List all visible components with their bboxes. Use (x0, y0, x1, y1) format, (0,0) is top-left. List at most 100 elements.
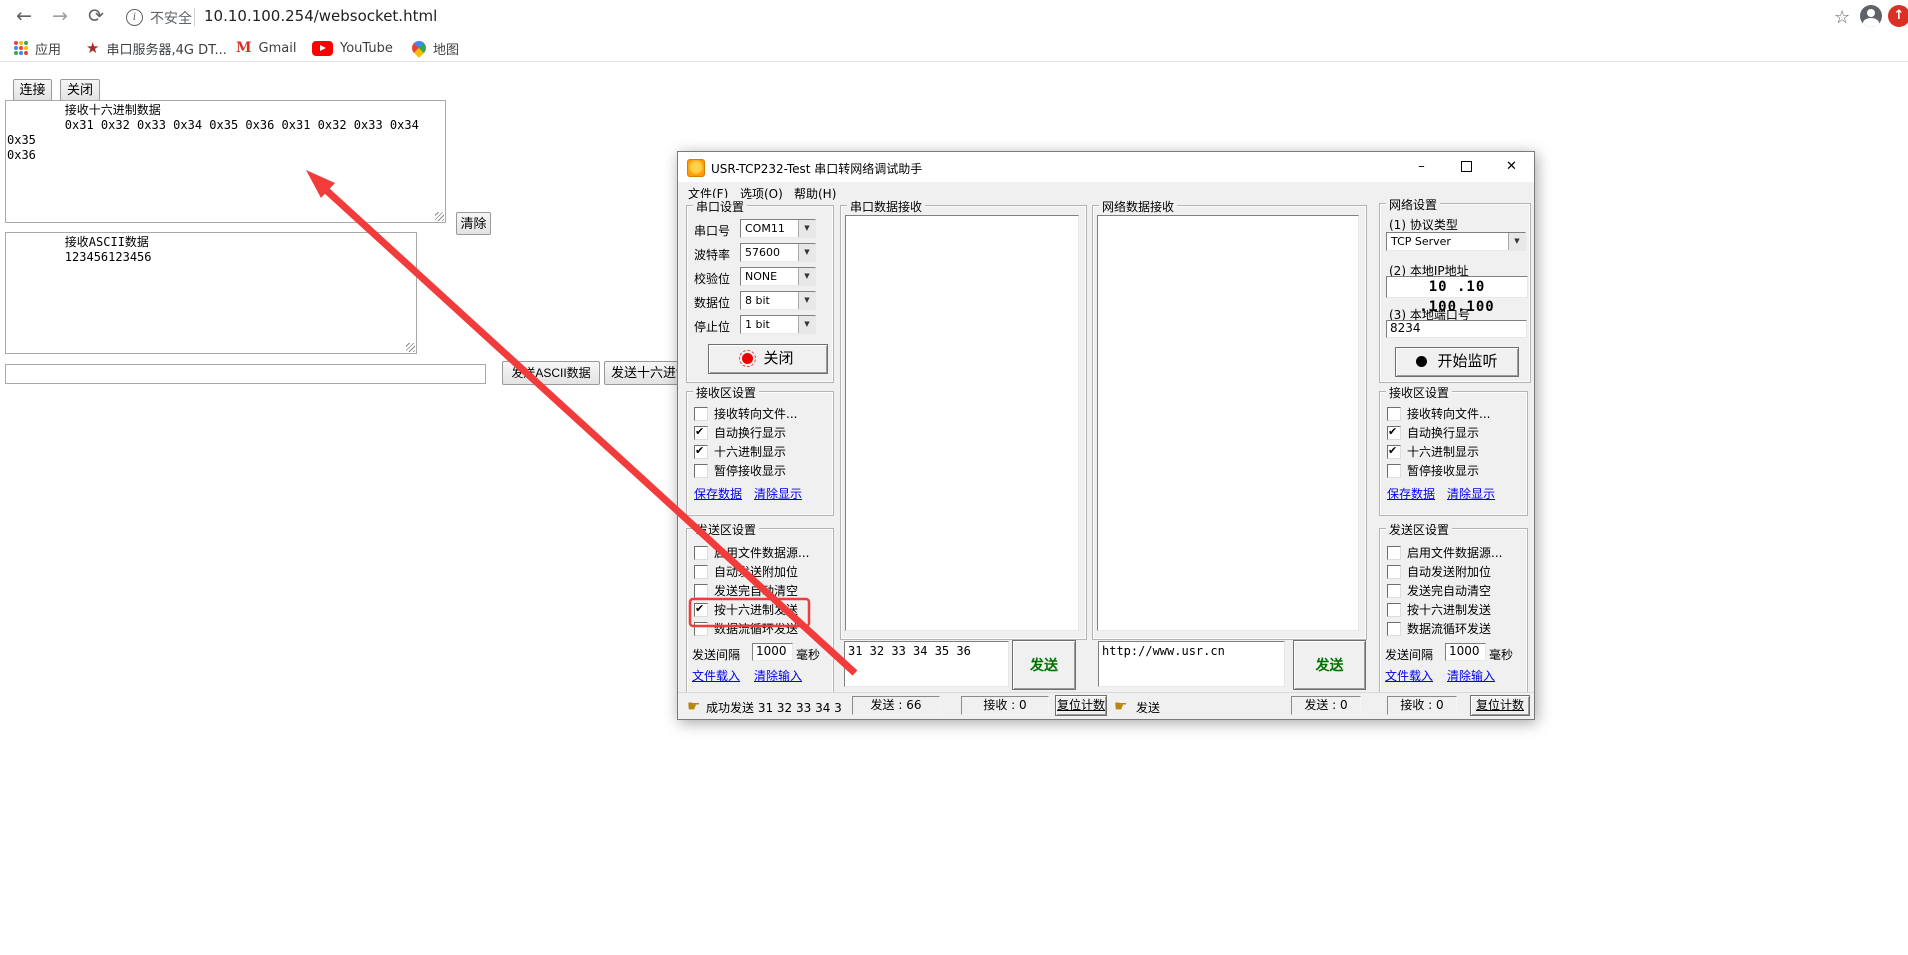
checkbox-row[interactable]: 自动换行显示 (694, 424, 786, 441)
bookmark-star-icon[interactable]: ☆ (1834, 7, 1850, 28)
save-data-link[interactable]: 保存数据 (694, 485, 742, 502)
connect-button[interactable]: 连接 (13, 79, 52, 101)
load-file-link[interactable]: 文件载入 (1385, 667, 1433, 684)
send-data-input[interactable] (5, 364, 486, 384)
checkbox-row[interactable]: 暂停接收显示 (1387, 462, 1479, 479)
chevron-down-icon[interactable]: ▼ (798, 220, 815, 237)
protocol-type-select[interactable]: TCP Server▼ (1386, 232, 1526, 251)
load-file-link[interactable]: 文件载入 (692, 667, 740, 684)
menu-help[interactable]: 帮助(H) (794, 185, 836, 202)
bookmark-serial-server[interactable]: ★ 串口服务器,4G DT... (86, 38, 227, 58)
forward-icon[interactable]: → (52, 6, 68, 26)
checkbox[interactable] (1387, 407, 1401, 421)
clear-input-link[interactable]: 清除输入 (754, 667, 802, 684)
checkbox[interactable] (1387, 565, 1401, 579)
network-receive-display[interactable] (1097, 215, 1359, 631)
checkbox[interactable] (1387, 584, 1401, 598)
checkbox-row[interactable]: 发送完自动清空 (694, 582, 798, 599)
bookmark-label: YouTube (340, 41, 393, 56)
close-window-icon[interactable]: ✕ (1489, 152, 1534, 182)
checkbox[interactable] (694, 426, 708, 440)
checkbox-row[interactable]: 自动换行显示 (1387, 424, 1479, 441)
serial-close-button[interactable]: 关闭 (708, 344, 828, 374)
checkbox[interactable] (1387, 546, 1401, 560)
serial-send-input[interactable]: 31 32 33 34 35 36 (844, 641, 1009, 687)
maximize-icon[interactable] (1444, 152, 1489, 182)
page-info-icon[interactable]: i (126, 9, 143, 26)
checkbox-row[interactable]: 自动发送附加位 (1387, 563, 1491, 580)
chevron-down-icon[interactable]: ▼ (1508, 233, 1525, 250)
close-button[interactable]: 关闭 (60, 79, 100, 101)
hex-receive-textarea[interactable]: 接收十六进制数据 0x31 0x32 0x33 0x34 0x35 0x36 0… (5, 100, 446, 223)
com-port-select[interactable]: COM11▼ (740, 219, 816, 238)
local-ip-input[interactable]: 10 .10 .100.100 (1386, 276, 1528, 298)
checkbox[interactable] (694, 445, 708, 459)
clear-display-link[interactable]: 清除显示 (754, 485, 802, 502)
bookmark-gmail[interactable]: M Gmail (236, 38, 296, 58)
checkbox[interactable] (1387, 622, 1401, 636)
checkbox-row[interactable]: 十六进制显示 (694, 443, 786, 460)
checkbox[interactable] (1387, 445, 1401, 459)
reload-icon[interactable]: ⟳ (88, 6, 104, 26)
send-ascii-button[interactable]: 发送ASCII数据 (502, 361, 600, 385)
back-icon[interactable]: ← (16, 6, 32, 26)
checkbox-row[interactable]: 启用文件数据源... (1387, 544, 1502, 561)
chevron-down-icon[interactable]: ▼ (798, 292, 815, 309)
checkbox[interactable] (1387, 426, 1401, 440)
chevron-down-icon[interactable]: ▼ (798, 316, 815, 333)
checkbox[interactable] (1387, 603, 1401, 617)
pointer-hand-icon: ☛ (1114, 697, 1127, 715)
network-send-input[interactable]: http://www.usr.cn (1098, 641, 1285, 687)
ascii-receive-textarea[interactable]: 接收ASCII数据 123456123456 (5, 232, 417, 354)
checkbox-row[interactable]: 接收转向文件... (1387, 405, 1490, 422)
chevron-down-icon[interactable]: ▼ (798, 244, 815, 261)
checkbox-row[interactable]: 十六进制显示 (1387, 443, 1479, 460)
bookmark-youtube[interactable]: YouTube (312, 38, 393, 58)
chevron-down-icon[interactable]: ▼ (798, 268, 815, 285)
checkbox-row[interactable]: 自动发送附加位 (694, 563, 798, 580)
checkbox-row[interactable]: 启用文件数据源... (694, 544, 809, 561)
gmail-icon: M (236, 40, 252, 56)
baud-rate-select[interactable]: 57600▼ (740, 243, 816, 262)
stop-bits-select[interactable]: 1 bit▼ (740, 315, 816, 334)
start-listen-button[interactable]: 开始监听 (1395, 347, 1519, 377)
checkbox-row[interactable]: 数据流循环发送 (1387, 620, 1491, 637)
network-reset-count-button[interactable]: 复位计数 (1470, 695, 1530, 716)
url-divider (194, 8, 195, 26)
send-interval-input[interactable]: 1000 (752, 643, 793, 661)
data-bits-select[interactable]: 8 bit▼ (740, 291, 816, 310)
update-badge-icon[interactable]: ↑ (1888, 5, 1908, 27)
network-send-button[interactable]: 发送 (1293, 640, 1366, 690)
parity-select[interactable]: NONE▼ (740, 267, 816, 286)
profile-avatar-icon[interactable] (1860, 5, 1882, 27)
parity-label: 校验位 (694, 270, 730, 287)
checkbox-row[interactable]: 按十六进制发送 (1387, 601, 1491, 618)
serial-receive-display[interactable] (845, 215, 1079, 631)
clear-display-link[interactable]: 清除显示 (1447, 485, 1495, 502)
bookmark-apps[interactable]: 应用 (14, 38, 61, 58)
window-titlebar[interactable]: USR-TCP232-Test 串口转网络调试助手 – ✕ (678, 152, 1534, 182)
checkbox[interactable] (1387, 464, 1401, 478)
checkbox-row-hex-send[interactable]: 按十六进制发送 (694, 601, 798, 618)
checkbox[interactable] (694, 584, 708, 598)
checkbox[interactable] (694, 464, 708, 478)
serial-reset-count-button[interactable]: 复位计数 (1055, 695, 1107, 716)
serial-send-button[interactable]: 发送 (1012, 640, 1076, 690)
send-interval-input[interactable]: 1000 (1445, 643, 1486, 661)
checkbox-row[interactable]: 发送完自动清空 (1387, 582, 1491, 599)
local-port-input[interactable]: 8234 (1386, 320, 1527, 338)
checkbox[interactable] (694, 546, 708, 560)
clear-button[interactable]: 清除 (456, 212, 491, 235)
checkbox-row[interactable]: 数据流循环发送 (694, 620, 798, 637)
clear-input-link[interactable]: 清除输入 (1447, 667, 1495, 684)
checkbox[interactable] (694, 603, 708, 617)
checkbox[interactable] (694, 622, 708, 636)
checkbox-row[interactable]: 暂停接收显示 (694, 462, 786, 479)
bookmark-maps[interactable]: 地图 (412, 38, 459, 58)
url-text[interactable]: 10.10.100.254/websocket.html (204, 7, 437, 25)
save-data-link[interactable]: 保存数据 (1387, 485, 1435, 502)
minimize-icon[interactable]: – (1399, 152, 1444, 182)
checkbox-row[interactable]: 接收转向文件... (694, 405, 797, 422)
checkbox[interactable] (694, 407, 708, 421)
checkbox[interactable] (694, 565, 708, 579)
